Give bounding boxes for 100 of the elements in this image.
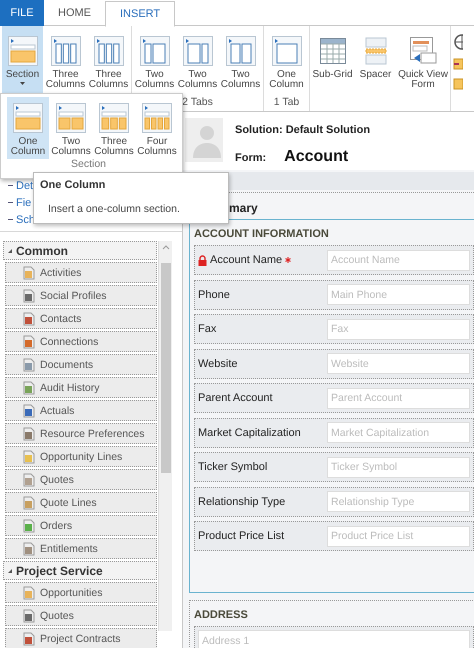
- field-label: Market Capitalization: [198, 426, 301, 438]
- form-field-row[interactable]: Phone Main Phone: [194, 280, 474, 310]
- nav-item[interactable]: Contacts: [5, 308, 157, 329]
- ribbon-button[interactable]: Two Columns: [177, 26, 218, 96]
- ribbon-tab[interactable]: HOME: [44, 0, 105, 26]
- input-field[interactable]: Product Price List: [327, 526, 470, 546]
- document-icon: [22, 472, 36, 486]
- input-field[interactable]: Parent Account: [327, 388, 470, 408]
- section-layout-icon: [13, 103, 43, 133]
- nav-item[interactable]: Documents: [5, 354, 157, 375]
- section-layout-icon: [56, 103, 86, 133]
- two-column-layout-icon: [226, 36, 256, 66]
- form-field-row[interactable]: Parent Account Parent Account: [194, 383, 474, 413]
- ribbon-button[interactable]: Section: [2, 26, 43, 96]
- nav-item[interactable]: Connections: [5, 331, 157, 352]
- nav-item[interactable]: Actuals: [5, 400, 157, 421]
- nav-item[interactable]: Quote Lines: [5, 492, 157, 513]
- input-field[interactable]: Ticker Symbol: [327, 456, 470, 478]
- one-column-layout-icon: [272, 36, 302, 66]
- group-label: Section: [71, 158, 106, 170]
- document-icon: [22, 358, 36, 372]
- nav-item[interactable]: Orders: [5, 515, 157, 536]
- globe-icon: [453, 34, 463, 50]
- input-field[interactable]: Main Phone: [327, 284, 470, 305]
- ribbon-tab[interactable]: FILE: [0, 0, 44, 26]
- input-field[interactable]: Market Capitalization: [327, 422, 470, 443]
- field-label: Relationship Type: [198, 496, 286, 508]
- ribbon-tab[interactable]: INSERT: [105, 1, 176, 27]
- section-layout-icon: [142, 103, 172, 133]
- document-icon: [22, 334, 36, 348]
- form-field-row[interactable]: Relationship Type Relationship Type: [194, 486, 474, 516]
- menu-item[interactable]: Three Columns: [93, 97, 135, 159]
- ribbon-button[interactable]: Sub-Grid: [312, 26, 353, 96]
- nav-item[interactable]: Quotes: [5, 605, 157, 626]
- nav-item[interactable]: Quotes: [5, 469, 157, 490]
- nav-item[interactable]: Project Contracts: [5, 628, 157, 648]
- nav-item[interactable]: Social Profiles: [5, 285, 157, 306]
- grid-icon: [318, 36, 348, 66]
- field-label: Parent Account: [198, 392, 273, 404]
- input-field[interactable]: Relationship Type: [327, 491, 470, 512]
- frame-icon: [453, 78, 463, 90]
- field-label: Website: [198, 358, 238, 370]
- nav-item[interactable]: Opportunity Lines: [5, 446, 157, 467]
- ribbon-button[interactable]: Spacer: [355, 26, 396, 96]
- document-icon: [22, 632, 36, 646]
- section-layout-icon: [99, 103, 129, 133]
- field-label: Product Price List: [198, 530, 284, 542]
- form-field-row[interactable]: Address 1: [194, 626, 474, 648]
- tab-title: mary: [229, 201, 259, 217]
- input-field[interactable]: Fax: [327, 318, 470, 340]
- avatar-icon: [185, 118, 223, 162]
- document-icon: [22, 404, 36, 418]
- three-column-layout-icon: [50, 36, 80, 66]
- field-label: Ticker Symbol: [198, 461, 268, 473]
- ribbon-button[interactable]: Two Columns: [220, 26, 261, 96]
- document-icon: [22, 312, 36, 326]
- document-icon: [22, 608, 36, 622]
- input-field[interactable]: Address 1: [198, 630, 470, 648]
- nav-item[interactable]: Activities: [5, 262, 157, 283]
- menu-item[interactable]: One Column: [7, 97, 49, 159]
- collapse-icon: [7, 568, 13, 574]
- input-field[interactable]: Website: [327, 353, 470, 374]
- group-label: 1 Tab: [272, 96, 300, 110]
- tree-link[interactable]: Fie: [16, 196, 32, 208]
- document-icon: [22, 518, 36, 532]
- scroll-up-icon[interactable]: [162, 244, 170, 250]
- scroll-thumb[interactable]: [160, 263, 170, 473]
- nav-item[interactable]: Entitlements: [5, 538, 157, 559]
- section-layout-icon: [8, 36, 38, 66]
- nav-item[interactable]: Resource Preferences: [5, 423, 157, 444]
- field-label: Fax: [198, 323, 216, 335]
- nav-section-header[interactable]: Common: [3, 241, 157, 260]
- form-field-row[interactable]: Product Price List Product Price List: [194, 521, 474, 551]
- section-title: Project Service: [16, 564, 103, 578]
- form-window-icon: [408, 36, 438, 66]
- form-field-row[interactable]: Market Capitalization Market Capitalization: [194, 418, 474, 448]
- document-icon: [22, 586, 36, 600]
- form-label: Form:: [235, 152, 266, 164]
- form-section[interactable]: ADDRESS Address 1: [189, 600, 474, 648]
- form-section[interactable]: [189, 219, 474, 592]
- ribbon-button[interactable]: Quick View Form: [398, 26, 448, 96]
- menu-item[interactable]: Four Columns: [136, 97, 178, 159]
- menu-item[interactable]: Two Columns: [50, 97, 92, 159]
- form-field-row[interactable]: Ticker Symbol Ticker Symbol: [194, 452, 474, 482]
- scrollbar[interactable]: [158, 241, 172, 631]
- section-title: ADDRESS: [194, 608, 249, 620]
- input-field[interactable]: Account Name: [327, 250, 470, 270]
- nav-item[interactable]: Audit History: [5, 377, 157, 398]
- nav-section-header[interactable]: Project Service: [3, 561, 157, 580]
- document-icon: [22, 542, 36, 556]
- document-icon: [22, 496, 36, 510]
- tree-link[interactable]: Det: [16, 180, 34, 192]
- nav-item[interactable]: Opportunities: [5, 582, 157, 603]
- frame-icon: [453, 58, 463, 70]
- section-title: Common: [16, 244, 68, 258]
- ribbon-button[interactable]: One Column: [266, 26, 307, 96]
- form-field-row[interactable]: Fax Fax: [194, 314, 474, 344]
- form-field-row[interactable]: Account Name Account Name: [194, 245, 474, 275]
- solution-name: Solution: Default Solution: [235, 124, 370, 136]
- form-field-row[interactable]: Website Website: [194, 348, 474, 378]
